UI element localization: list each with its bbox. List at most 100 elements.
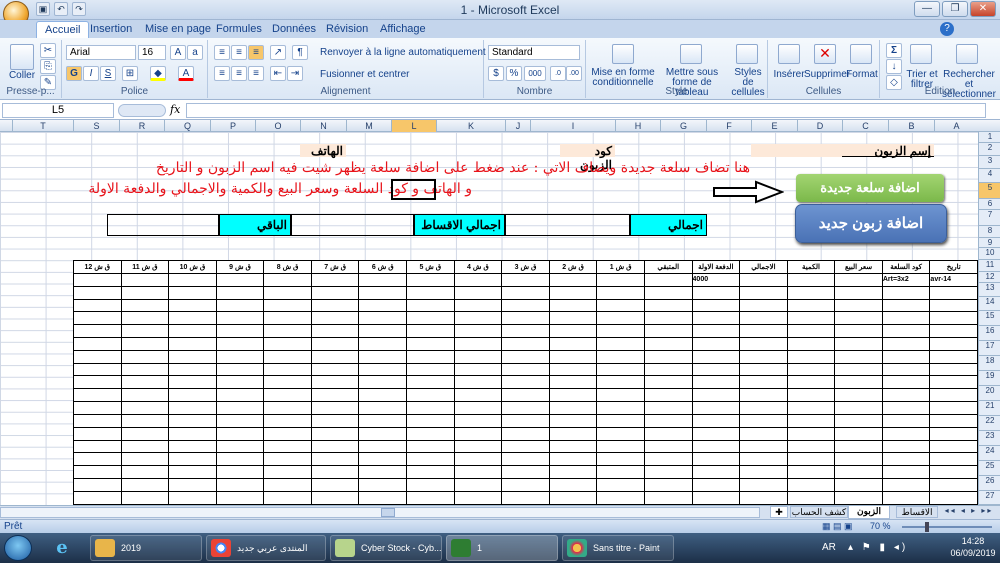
table-cell[interactable] [263,439,312,454]
row-header[interactable]: 27 [979,491,1000,505]
table-cell[interactable] [596,426,645,441]
table-cell[interactable] [501,324,550,338]
table-cell[interactable] [834,285,883,300]
table-cell[interactable] [73,362,122,377]
table-cell[interactable] [310,439,360,454]
row-header[interactable]: 13 [979,283,1000,297]
table-cell[interactable] [548,478,598,492]
table-cell[interactable] [643,272,693,287]
rtl-icon[interactable]: ¶ [292,45,308,60]
table-cell[interactable] [739,362,788,377]
table-cell[interactable] [501,401,550,415]
function-icon[interactable]: fx [170,103,180,116]
table-cell[interactable] [501,285,550,300]
table-cell[interactable] [310,285,360,300]
table-cell[interactable] [263,272,312,287]
table-cell[interactable] [881,426,931,441]
table-cell[interactable] [643,439,693,454]
align-bottom-icon[interactable]: ≡ [248,45,264,60]
table-cell[interactable] [929,298,978,313]
table-cell[interactable] [881,401,931,415]
table-cell[interactable] [263,375,312,390]
align-center-icon[interactable]: ≡ [231,66,247,81]
increase-decimal-icon[interactable]: .0 [550,66,566,81]
table-cell[interactable] [168,413,217,428]
table-cell[interactable] [501,465,550,480]
table-cell[interactable] [406,362,455,377]
table-cell[interactable] [881,375,931,390]
table-cell[interactable] [120,349,170,364]
table-cell[interactable] [168,336,217,351]
table-cell[interactable] [881,413,931,428]
table-cell[interactable] [168,272,217,287]
table-cell[interactable] [263,324,312,338]
table-cell[interactable] [406,452,455,467]
table-cell[interactable] [120,285,170,300]
table-cell[interactable] [310,311,360,326]
table-cell[interactable] [596,490,645,506]
table-cell[interactable] [501,298,550,313]
table-cell[interactable] [406,465,455,480]
table-cell[interactable] [263,413,312,428]
font-name-select[interactable]: Arial [66,45,136,60]
column-header-o[interactable]: O [255,120,300,132]
table-cell[interactable] [643,465,693,480]
table-cell[interactable] [501,452,550,467]
table-cell[interactable] [929,324,978,338]
column-header-e[interactable]: E [751,120,797,132]
maximize-button[interactable]: ❐ [942,1,968,17]
table-cell[interactable] [643,413,693,428]
table-cell[interactable] [453,478,503,492]
save-icon[interactable]: ▣ [36,2,50,16]
table-cell[interactable] [215,311,265,326]
column-header-n[interactable]: N [300,120,346,132]
table-cell[interactable] [834,362,883,377]
table-cell[interactable] [263,478,312,492]
row-header[interactable]: 14 [979,297,1000,311]
table-cell[interactable] [548,452,598,467]
column-header-t[interactable]: T [12,120,73,132]
row-header[interactable]: 7 [979,210,1000,226]
table-cell[interactable] [453,336,503,351]
table-cell[interactable] [691,362,741,377]
internet-explorer-icon[interactable]: e [48,537,76,561]
table-cell[interactable] [310,298,360,313]
table-cell[interactable] [358,336,408,351]
table-cell[interactable] [881,452,931,467]
table-cell[interactable] [406,336,455,351]
table-cell[interactable] [786,439,836,454]
table-cell[interactable] [120,452,170,467]
table-cell[interactable] [73,452,122,467]
table-cell[interactable] [596,272,645,287]
table-cell[interactable] [786,336,836,351]
table-cell[interactable] [691,375,741,390]
row-header[interactable]: 20 [979,386,1000,401]
table-cell[interactable] [548,272,598,287]
table-cell[interactable] [168,388,217,403]
table-cell[interactable] [73,465,122,480]
table-cell[interactable] [406,285,455,300]
paste-icon[interactable] [10,44,34,70]
table-cell[interactable] [310,490,360,506]
table-cell[interactable] [881,439,931,454]
row-header[interactable]: 1 [979,132,1000,143]
sheet-nav-arrows[interactable]: ◂◂ ◂ ▸ ▸▸ [940,506,998,518]
row-header[interactable]: 5 [979,183,1000,199]
table-cell[interactable] [596,375,645,390]
table-cell[interactable] [643,452,693,467]
table-cell[interactable] [263,349,312,364]
table-cell[interactable] [73,298,122,313]
table-cell[interactable] [691,478,741,492]
column-header-l[interactable]: L [391,120,436,132]
tab-insertion[interactable]: Insertion [82,21,140,38]
row-header[interactable]: 25 [979,461,1000,476]
table-cell[interactable] [120,465,170,480]
table-cell[interactable] [786,375,836,390]
table-cell[interactable] [73,426,122,441]
italic-button[interactable]: I [83,66,99,81]
table-cell[interactable] [73,311,122,326]
table-cell[interactable] [263,298,312,313]
table-cell[interactable] [358,362,408,377]
table-cell[interactable] [834,413,883,428]
table-cell[interactable] [215,298,265,313]
